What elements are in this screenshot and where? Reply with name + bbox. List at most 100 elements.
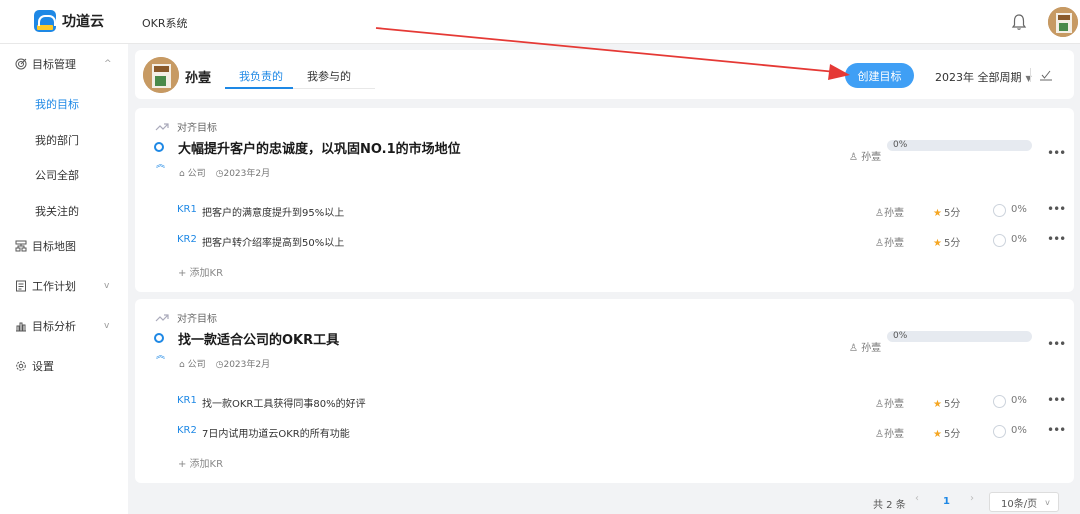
double-chevron-up-icon[interactable]: ︽ <box>156 157 165 170</box>
user-name: 孙壹 <box>185 71 212 86</box>
kr-score[interactable]: ★ 5分 <box>933 234 960 249</box>
owner-name: 孙壹 <box>883 429 904 440</box>
align-arrow-icon <box>155 122 169 130</box>
period-label: 2023年2月 <box>223 169 271 179</box>
sidebar-item-label: 工作计划 <box>32 280 76 293</box>
kr-row[interactable]: KR2 把客户转介绍率提高到50%以上 ♙孙壹 ★ 5分 0% ••• <box>177 232 1066 250</box>
tab-responsible[interactable]: 我负责的 <box>239 68 283 84</box>
divider <box>1030 68 1031 82</box>
more-icon[interactable]: ••• <box>1047 146 1066 160</box>
goal-header: 孙壹 我负责的 我参与的 创建目标 2023年 全部周期 ▼ <box>135 50 1074 99</box>
objective-card: 对齐目标 ︽ 大幅提升客户的忠诚度，以巩固NO.1的市场地位 ⌂ 公司 ◷202… <box>135 108 1074 292</box>
score-value: 5分 <box>943 208 961 219</box>
align-label: 对齐目标 <box>177 123 217 134</box>
kr-text: 把客户转介绍率提高到50%以上 <box>202 238 345 249</box>
kr-score[interactable]: ★ 5分 <box>933 204 960 219</box>
add-kr-button[interactable]: + 添加KR <box>178 264 223 279</box>
more-icon[interactable]: ••• <box>1047 232 1066 246</box>
brand-name: 功道云 <box>62 14 104 30</box>
sidebar-item-work-plan[interactable]: 工作计划 v <box>0 274 128 298</box>
user-icon: ♙ <box>875 208 884 219</box>
scope-label: 公司 <box>187 360 206 370</box>
objective-meta: ⌂ 公司 ◷2023年2月 <box>179 357 270 370</box>
sidebar: 目标管理 ^ 我的目标 我的部门 公司全部 我关注的 目标地图 工作计划 v 目… <box>0 44 128 514</box>
sidebar-sub-my-goals[interactable]: 我的目标 <box>35 96 79 112</box>
kr-number: KR1 <box>177 204 197 215</box>
kr-score[interactable]: ★ 5分 <box>933 395 960 410</box>
chevron-down-icon: v <box>104 281 110 291</box>
progress-value: 0% <box>893 140 908 150</box>
star-icon: ★ <box>933 429 942 440</box>
kr-row[interactable]: KR1 把客户的满意度提升到95%以上 ♙孙壹 ★ 5分 0% ••• <box>177 202 1066 220</box>
more-icon[interactable]: ••• <box>1047 337 1066 351</box>
objective-progress-bar: 0% <box>887 331 1032 342</box>
objective-status-icon <box>154 333 164 343</box>
progress-ring-icon <box>993 425 1006 438</box>
sort-filter-icon[interactable] <box>1039 68 1053 82</box>
progress-value: 0% <box>893 331 908 341</box>
owner-name: 孙壹 <box>883 208 904 219</box>
more-icon[interactable]: ••• <box>1047 393 1066 407</box>
sidebar-item-label: 目标管理 <box>32 58 76 71</box>
score-value: 5分 <box>943 399 961 410</box>
create-goal-button[interactable]: 创建目标 <box>845 63 914 88</box>
brand-logo[interactable]: 功道云 <box>34 10 104 32</box>
tab-participating[interactable]: 我参与的 <box>307 68 351 84</box>
more-icon[interactable]: ••• <box>1047 423 1066 437</box>
avatar <box>143 57 179 93</box>
kr-row[interactable]: KR1 找一款OKR工具获得同事80%的好评 ♙孙壹 ★ 5分 0% ••• <box>177 393 1066 411</box>
align-goal-link[interactable]: 对齐目标 <box>155 119 217 134</box>
chevron-left-icon[interactable]: ‹ <box>915 493 919 513</box>
kr-owner: ♙孙壹 <box>875 425 904 440</box>
kr-text: 7日内试用功道云OKR的所有功能 <box>202 429 350 440</box>
chevron-right-icon[interactable]: › <box>970 493 974 513</box>
document-icon <box>16 280 26 292</box>
bell-icon[interactable] <box>1011 13 1027 31</box>
target-icon <box>15 58 27 70</box>
kr-number: KR2 <box>177 425 197 436</box>
progress-ring-icon <box>993 234 1006 247</box>
sidebar-item-okr-management[interactable]: 目标管理 ^ <box>0 52 128 76</box>
add-kr-button[interactable]: + 添加KR <box>178 455 223 470</box>
chart-icon <box>16 322 26 332</box>
sidebar-item-label: 设置 <box>32 360 54 373</box>
period-label: 2023年2月 <box>223 360 271 370</box>
map-icon <box>15 240 27 252</box>
kr-text: 找一款OKR工具获得同事80%的好评 <box>202 399 366 410</box>
logo-icon <box>34 10 56 32</box>
sidebar-sub-company-all[interactable]: 公司全部 <box>35 167 79 183</box>
kr-progress: 0% <box>1011 204 1027 215</box>
sidebar-item-goal-analysis[interactable]: 目标分析 v <box>0 314 128 338</box>
sidebar-item-goal-map[interactable]: 目标地图 <box>0 234 128 258</box>
more-icon[interactable]: ••• <box>1047 202 1066 216</box>
owner-name: 孙壹 <box>883 238 904 249</box>
chevron-down-icon: v <box>1045 497 1050 507</box>
chevron-down-icon: v <box>104 321 110 331</box>
objective-title[interactable]: 大幅提升客户的忠诚度，以巩固NO.1的市场地位 <box>178 138 461 157</box>
star-icon: ★ <box>933 238 942 249</box>
kr-row[interactable]: KR2 7日内试用功道云OKR的所有功能 ♙孙壹 ★ 5分 0% ••• <box>177 423 1066 441</box>
align-goal-link[interactable]: 对齐目标 <box>155 310 217 325</box>
page-size-select[interactable]: 10条/页 v <box>989 492 1059 512</box>
sidebar-item-settings[interactable]: 设置 <box>0 354 128 378</box>
kr-owner: ♙孙壹 <box>875 234 904 249</box>
gear-icon <box>16 361 26 371</box>
sidebar-item-label: 目标分析 <box>32 320 76 333</box>
scope-tag: ⌂ 公司 <box>179 166 206 179</box>
cycle-select[interactable]: 2023年 全部周期 ▼ <box>935 69 1032 85</box>
user-icon: ♙ <box>849 343 858 354</box>
kr-score[interactable]: ★ 5分 <box>933 425 960 440</box>
page-size-label: 10条/页 <box>1001 498 1038 510</box>
pagination-current-page[interactable]: 1 <box>943 496 950 514</box>
owner-name: 孙壹 <box>883 399 904 410</box>
period-tag: ◷2023年2月 <box>216 357 271 370</box>
star-icon: ★ <box>933 208 942 219</box>
objective-owner: ♙ 孙壹 <box>849 148 881 163</box>
sidebar-sub-my-department[interactable]: 我的部门 <box>35 132 79 148</box>
avatar[interactable] <box>1048 7 1078 37</box>
sidebar-sub-followed[interactable]: 我关注的 <box>35 203 79 219</box>
user-icon: ♙ <box>875 238 884 249</box>
double-chevron-up-icon[interactable]: ︽ <box>156 348 165 361</box>
objective-title[interactable]: 找一款适合公司的OKR工具 <box>178 329 339 348</box>
period-tag: ◷2023年2月 <box>216 166 271 179</box>
